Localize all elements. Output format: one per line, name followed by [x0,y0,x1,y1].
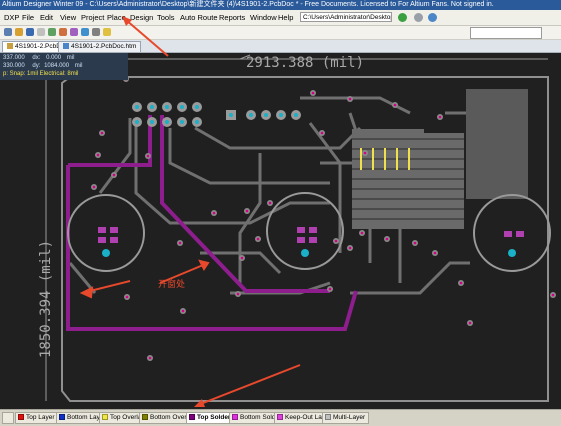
layer-tab-label: Top Layer [26,414,55,421]
bottom-solder-swatch [232,414,238,421]
layer-tab-top-solder[interactable]: Top Solder [186,412,235,424]
coord-unit-y: mil [74,63,83,69]
header-pins [132,102,301,127]
bottom-overlay-swatch [142,414,148,421]
gray-area [466,89,528,199]
keep-out-swatch [277,414,283,421]
top-overlay-swatch [102,414,108,421]
coord-dy-label: dy: [32,63,41,69]
pcb-canvas[interactable]: 2913.388 (mil) 1850.394 (mil) 开窗处 337.00… [0,53,561,409]
layer-tab-label: Multi-Layer [333,414,366,421]
layer-set-icon[interactable] [2,412,14,424]
annotation-text: 开窗处 [158,278,185,290]
layer-tab-top-layer[interactable]: Top Layer [15,412,59,424]
layer-tab-label: Top Solder [197,414,231,421]
coord-y: 330.000 [3,63,25,69]
coord-y-row: 330.000 dy: 1084.000 mil [3,62,125,70]
snap-status: p: Snap: 1mil Electrical: 8mil [3,71,79,77]
coord-dy: 1084.000 [44,63,70,69]
place-arrow-overlay [122,16,169,57]
mounting-hole-centers [102,249,516,257]
layer-arrow [197,364,301,406]
bottom-layer-swatch [59,414,65,421]
place-arrow-line [125,19,169,57]
top-solder-swatch [189,414,195,421]
top-layer-swatch [18,414,24,421]
height-dimension-text: 1850.394 (mil) [38,240,54,358]
multi-layer-swatch [325,414,331,421]
component-pads [98,227,524,243]
layer-tabs-bar: Top Layer Bottom Layer Top Overlay Botto… [0,409,561,426]
layer-tab-multi-layer[interactable]: Multi-Layer [322,412,370,424]
pcb-drawing: 2913.388 (mil) 1850.394 (mil) 开窗处 [38,54,556,407]
annotation-arrows [79,259,210,299]
